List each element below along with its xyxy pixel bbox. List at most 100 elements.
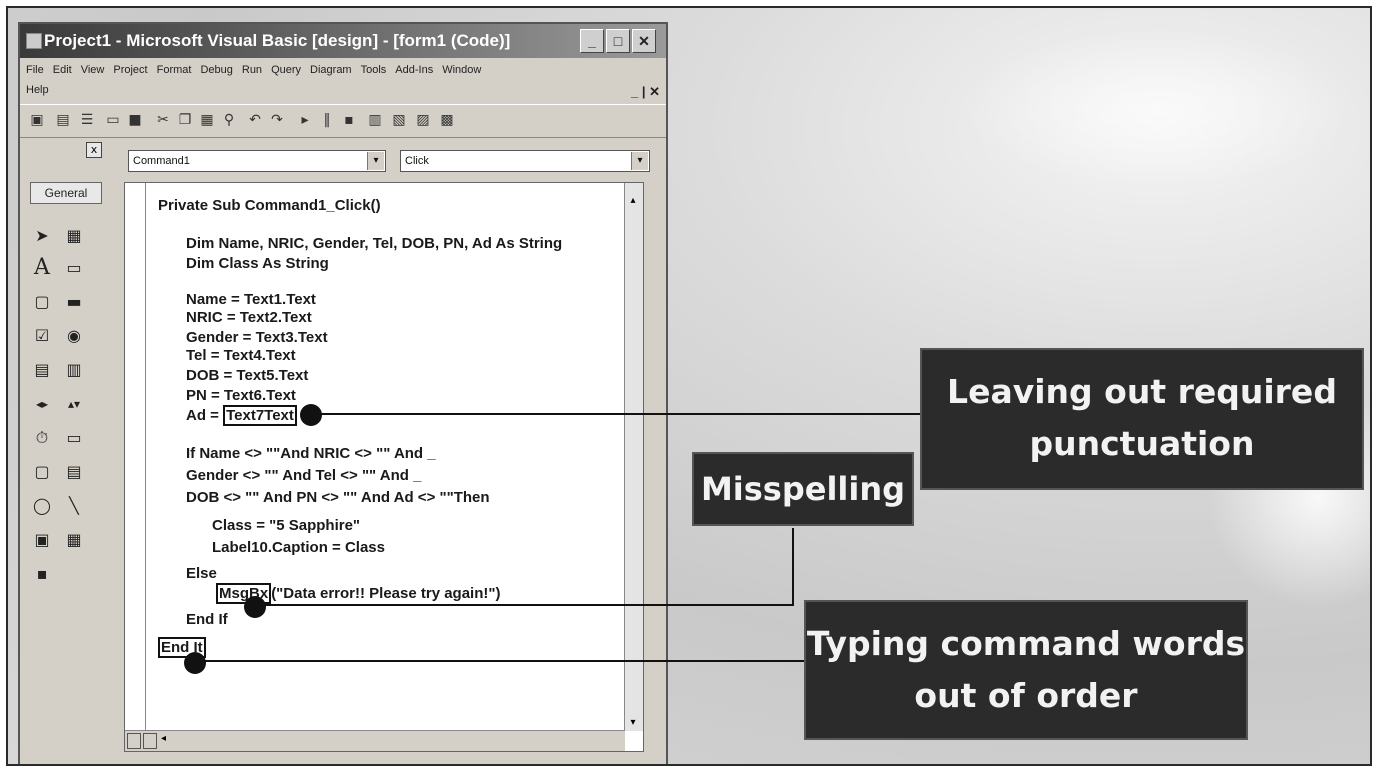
menu-item[interactable]: File [26, 64, 44, 76]
code-text: ("Data error!! Please try again!") [271, 585, 501, 602]
code-line: PN = Text6.Text [186, 387, 296, 404]
menu-item[interactable]: Window [442, 64, 481, 76]
data-icon[interactable]: ▦ [62, 528, 86, 552]
code-line: Else [186, 565, 217, 582]
window-title: Project1 - Microsoft Visual Basic [desig… [44, 31, 511, 50]
menu-item[interactable]: Add-Ins [395, 64, 433, 76]
commandbutton-icon[interactable]: ▬ [62, 290, 86, 314]
callout-order: Typing command words out of order [806, 602, 1246, 738]
form-layout-icon[interactable]: ▨ [414, 111, 432, 129]
add-form-icon[interactable]: ▤ [54, 111, 72, 129]
menu-item[interactable]: Project [113, 64, 147, 76]
undo-icon[interactable]: ↶ [246, 111, 264, 129]
code-line: End If [186, 611, 228, 628]
add-project-icon[interactable]: ▣ [28, 111, 46, 129]
menu-item[interactable]: Help [26, 84, 49, 96]
object-dropdown[interactable]: Command1 ▾ [128, 150, 386, 172]
menu-item[interactable]: Tools [361, 64, 387, 76]
title-bar[interactable]: Project1 - Microsoft Visual Basic [desig… [20, 24, 666, 58]
dirlistbox-icon[interactable]: ▢ [30, 460, 54, 484]
code-line: Dim Name, NRIC, Gender, Tel, DOB, PN, Ad… [186, 235, 563, 252]
connector-dot [244, 596, 266, 618]
image-icon[interactable]: ▣ [30, 528, 54, 552]
menu-item[interactable]: Query [271, 64, 301, 76]
chevron-down-icon[interactable]: ▾ [367, 152, 384, 170]
code-line: NRIC = Text2.Text [186, 309, 312, 326]
connector-line [308, 413, 928, 415]
menu-item[interactable]: Run [242, 64, 262, 76]
listbox-icon[interactable]: ▥ [62, 358, 86, 382]
toolbox: x General ➤ ▦ A ▭ ▢ ▬ ☑ ◉ ▤ ▥ ◂▸ ▴▾ ⏱ ▭ … [24, 142, 108, 642]
code-text: Ad = [186, 407, 224, 424]
vb-ide-window: Project1 - Microsoft Visual Basic [desig… [18, 22, 668, 764]
procedure-view-icon[interactable] [127, 733, 141, 749]
vertical-scrollbar[interactable]: ▴ ▾ [624, 183, 643, 731]
frame-icon[interactable]: ▢ [30, 290, 54, 314]
maximize-button[interactable]: □ [606, 29, 630, 53]
menu-editor-icon[interactable]: ☰ [78, 111, 96, 129]
scroll-down-icon[interactable]: ▾ [625, 715, 641, 731]
copy-icon[interactable]: ❐ [176, 111, 194, 129]
cut-icon[interactable]: ✂ [154, 111, 172, 129]
properties-icon[interactable]: ▧ [390, 111, 408, 129]
menu-item[interactable]: Format [157, 64, 192, 76]
open-icon[interactable]: ▭ [104, 111, 122, 129]
background-glow [958, 28, 1358, 188]
object-browser-icon[interactable]: ▩ [438, 111, 456, 129]
code-line: DOB = Text5.Text [186, 367, 309, 384]
menu-item[interactable]: Diagram [310, 64, 352, 76]
procedure-dropdown[interactable]: Click ▾ [400, 150, 650, 172]
toolbox-close-button[interactable]: x [86, 142, 102, 158]
stop-icon[interactable]: ▪ [340, 111, 358, 129]
start-icon[interactable]: ▸ [296, 111, 314, 129]
picturebox-icon[interactable]: ▦ [62, 224, 86, 248]
code-line: Tel = Text4.Text [186, 347, 296, 364]
menu-row: Help [26, 84, 58, 96]
checkbox-icon[interactable]: ☑ [30, 324, 54, 348]
code-line: Gender <> "" And Tel <> "" And _ [186, 467, 422, 484]
code-line: DOB <> "" And PN <> "" And Ad <> ""Then [186, 489, 490, 506]
code-line: Gender = Text3.Text [186, 329, 328, 346]
code-line: Label10.Caption = Class [212, 539, 385, 556]
pause-icon[interactable]: ‖ [318, 111, 336, 129]
hscrollbar-icon[interactable]: ◂▸ [30, 392, 54, 416]
scroll-up-icon[interactable]: ▴ [625, 193, 641, 209]
connector-line [194, 660, 814, 662]
ole-icon[interactable]: ▪ [30, 562, 54, 586]
optionbutton-icon[interactable]: ◉ [62, 324, 86, 348]
menu-item[interactable]: Edit [53, 64, 72, 76]
close-button[interactable]: ✕ [632, 29, 656, 53]
callout-misspelling: Misspelling [694, 454, 912, 524]
code-line: Private Sub Command1_Click() [158, 197, 381, 214]
timer-icon[interactable]: ⏱ [30, 426, 54, 450]
connector-line [792, 528, 794, 606]
find-icon[interactable]: ⚲ [220, 111, 238, 129]
toolbox-general-tab[interactable]: General [30, 182, 102, 204]
code-line: Name = Text1.Text [186, 291, 316, 308]
save-icon[interactable]: ■ [126, 111, 144, 129]
combobox-icon[interactable]: ▤ [30, 358, 54, 382]
vscrollbar-icon[interactable]: ▴▾ [62, 392, 86, 416]
shape-icon[interactable]: ◯ [30, 494, 54, 518]
drivelistbox-icon[interactable]: ▭ [62, 426, 86, 450]
code-line: Dim Class As String [186, 255, 329, 272]
procedure-dropdown-value: Click [405, 155, 429, 167]
object-dropdown-value: Command1 [133, 155, 190, 167]
menu-item[interactable]: Debug [200, 64, 232, 76]
menu-item[interactable]: View [81, 64, 105, 76]
line-icon[interactable]: ╲ [62, 494, 86, 518]
textbox-icon[interactable]: ▭ [62, 256, 86, 280]
pointer-icon[interactable]: ➤ [30, 224, 54, 248]
minimize-button[interactable]: _ [580, 29, 604, 53]
project-explorer-icon[interactable]: ▥ [366, 111, 384, 129]
paste-icon[interactable]: ▦ [198, 111, 216, 129]
label-icon[interactable]: A [30, 256, 54, 280]
mdi-controls[interactable]: _ | ✕ [631, 84, 660, 100]
code-line: If Name <> ""And NRIC <> "" And _ [186, 445, 436, 462]
chevron-down-icon[interactable]: ▾ [631, 152, 648, 170]
menu-bar: File Edit View Project Format Debug Run Query Di… [20, 58, 666, 104]
scroll-left-icon[interactable]: ◂ [161, 733, 166, 744]
full-module-view-icon[interactable] [143, 733, 157, 749]
filelistbox-icon[interactable]: ▤ [62, 460, 86, 484]
redo-icon[interactable]: ↷ [268, 111, 286, 129]
